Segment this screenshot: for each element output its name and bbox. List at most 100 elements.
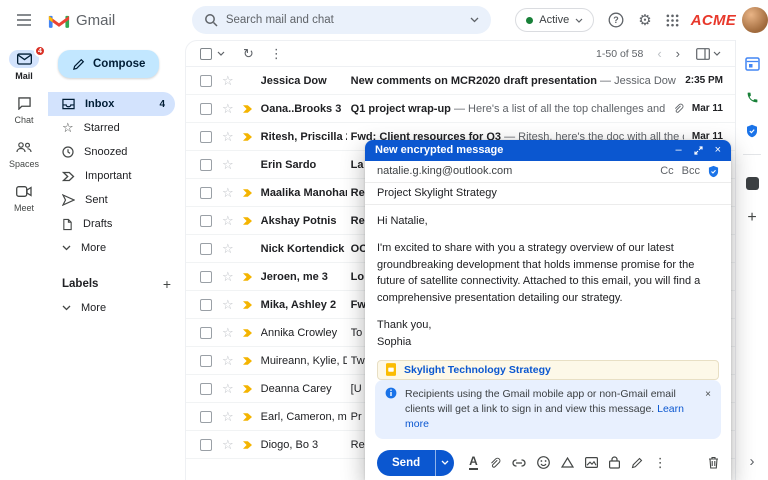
formatting-icon[interactable]: A bbox=[469, 455, 478, 470]
row-checkbox[interactable] bbox=[200, 299, 212, 311]
sidebar-item-snoozed[interactable]: Snoozed bbox=[48, 140, 175, 164]
select-caret-icon[interactable] bbox=[217, 51, 225, 56]
add-label-icon[interactable]: + bbox=[163, 276, 171, 292]
importance-marker-icon[interactable] bbox=[242, 384, 253, 394]
row-checkbox[interactable] bbox=[200, 215, 212, 227]
security-shield-icon[interactable] bbox=[746, 124, 758, 138]
recipient-field[interactable]: natalie.g.king@outlook.com bbox=[377, 165, 512, 177]
search-bar[interactable]: Search mail and chat bbox=[192, 6, 491, 34]
attach-file-icon[interactable] bbox=[489, 457, 501, 469]
importance-marker-icon[interactable] bbox=[242, 216, 253, 226]
row-checkbox[interactable] bbox=[200, 103, 212, 115]
insert-drive-icon[interactable] bbox=[561, 457, 574, 468]
star-icon[interactable]: ☆ bbox=[222, 438, 234, 451]
row-checkbox[interactable] bbox=[200, 243, 212, 255]
star-icon[interactable]: ☆ bbox=[222, 270, 234, 283]
insert-photo-icon[interactable] bbox=[585, 457, 598, 468]
importance-marker-icon[interactable] bbox=[242, 300, 253, 310]
sidebar-item-sent[interactable]: Sent bbox=[48, 188, 175, 212]
row-checkbox[interactable] bbox=[200, 159, 212, 171]
addon-icon[interactable] bbox=[746, 177, 759, 190]
sidebar-item-more[interactable]: More bbox=[48, 236, 175, 260]
more-options-icon[interactable]: ⋮ bbox=[270, 46, 283, 62]
star-icon[interactable]: ☆ bbox=[222, 158, 234, 171]
search-icon[interactable] bbox=[204, 13, 218, 27]
sidebar-item-important[interactable]: Important bbox=[48, 164, 175, 188]
importance-marker-icon[interactable] bbox=[242, 356, 253, 366]
apps-grid-icon[interactable] bbox=[666, 14, 679, 27]
importance-marker-icon[interactable] bbox=[242, 272, 253, 282]
compose-header[interactable]: New encrypted message – × bbox=[365, 140, 731, 161]
subject-field[interactable]: Project Skylight Strategy bbox=[365, 183, 731, 205]
star-icon[interactable]: ☆ bbox=[222, 354, 234, 367]
importance-marker-icon[interactable] bbox=[242, 412, 253, 422]
banner-close-icon[interactable]: × bbox=[705, 387, 711, 403]
row-checkbox[interactable] bbox=[200, 383, 212, 395]
refresh-icon[interactable]: ↻ bbox=[243, 46, 254, 62]
importance-marker-icon[interactable] bbox=[242, 440, 253, 450]
sidebar-item-starred[interactable]: ☆ Starred bbox=[48, 116, 175, 140]
menu-icon[interactable] bbox=[0, 13, 48, 27]
rail-item-meet[interactable]: Meet bbox=[9, 182, 39, 213]
star-icon[interactable]: ☆ bbox=[222, 74, 234, 87]
rail-item-mail[interactable]: 4 Mail bbox=[9, 50, 39, 81]
row-checkbox[interactable] bbox=[200, 327, 212, 339]
calendar-icon[interactable] bbox=[745, 56, 760, 71]
insert-emoji-icon[interactable] bbox=[537, 456, 550, 469]
gmail-logo[interactable]: Gmail bbox=[48, 12, 144, 29]
discard-draft-icon[interactable] bbox=[708, 456, 719, 469]
rail-item-chat[interactable]: Chat bbox=[9, 94, 39, 125]
cc-toggle[interactable]: Cc bbox=[660, 165, 673, 177]
send-options-caret-icon[interactable] bbox=[435, 450, 454, 476]
confidential-mode-icon[interactable] bbox=[609, 456, 620, 469]
popout-icon[interactable] bbox=[694, 146, 703, 155]
message-body[interactable]: Hi Natalie, I'm excited to share with yo… bbox=[365, 205, 731, 355]
split-pane-icon[interactable] bbox=[696, 48, 710, 60]
row-checkbox[interactable] bbox=[200, 187, 212, 199]
row-checkbox[interactable] bbox=[200, 355, 212, 367]
star-icon[interactable]: ☆ bbox=[222, 410, 234, 423]
importance-marker-icon[interactable] bbox=[242, 328, 253, 338]
attachment-chip[interactable]: Skylight Technology Strategy bbox=[377, 360, 719, 379]
settings-gear-icon[interactable]: ⚙ bbox=[638, 11, 651, 29]
sidebar-labels-more[interactable]: More bbox=[48, 296, 175, 320]
star-icon[interactable]: ☆ bbox=[222, 298, 234, 311]
help-icon[interactable]: ? bbox=[608, 12, 624, 28]
row-checkbox[interactable] bbox=[200, 131, 212, 143]
email-row[interactable]: ☆ Jessica Dow New comments on MCR2020 dr… bbox=[186, 67, 735, 95]
sidebar-item-drafts[interactable]: Drafts bbox=[48, 212, 175, 236]
expand-panel-chevron-icon[interactable]: › bbox=[750, 453, 755, 470]
star-icon[interactable]: ☆ bbox=[222, 326, 234, 339]
sidebar-item-inbox[interactable]: Inbox 4 bbox=[48, 92, 175, 116]
star-icon[interactable]: ☆ bbox=[222, 382, 234, 395]
star-icon[interactable]: ☆ bbox=[222, 214, 234, 227]
importance-marker-icon[interactable] bbox=[242, 188, 253, 198]
close-icon[interactable]: × bbox=[715, 145, 721, 156]
importance-marker-icon[interactable] bbox=[242, 132, 253, 142]
more-send-options-icon[interactable]: ⋮ bbox=[654, 455, 667, 471]
avatar[interactable] bbox=[742, 7, 768, 33]
newer-page-chevron-icon[interactable]: ‹ bbox=[657, 46, 661, 61]
split-pane-caret-icon[interactable] bbox=[713, 51, 721, 56]
status-selector[interactable]: Active bbox=[515, 8, 594, 32]
star-icon[interactable]: ☆ bbox=[222, 242, 234, 255]
row-checkbox[interactable] bbox=[200, 75, 212, 87]
importance-marker-icon[interactable] bbox=[242, 104, 253, 114]
row-checkbox[interactable] bbox=[200, 439, 212, 451]
insert-link-icon[interactable] bbox=[512, 459, 526, 467]
bcc-toggle[interactable]: Bcc bbox=[682, 165, 700, 177]
row-checkbox[interactable] bbox=[200, 271, 212, 283]
minimize-icon[interactable]: – bbox=[675, 145, 681, 156]
star-icon[interactable]: ☆ bbox=[222, 186, 234, 199]
send-button[interactable]: Send bbox=[377, 450, 435, 476]
rail-item-spaces[interactable]: Spaces bbox=[9, 138, 39, 169]
search-options-caret-icon[interactable] bbox=[470, 17, 479, 23]
signature-pen-icon[interactable] bbox=[631, 457, 643, 469]
voice-phone-icon[interactable] bbox=[746, 91, 759, 104]
star-icon[interactable]: ☆ bbox=[222, 130, 234, 143]
email-row[interactable]: ☆ Oana..Brooks 3 Q1 project wrap-up — He… bbox=[186, 95, 735, 123]
row-checkbox[interactable] bbox=[200, 411, 212, 423]
compose-button[interactable]: Compose bbox=[58, 50, 159, 78]
star-icon[interactable]: ☆ bbox=[222, 102, 234, 115]
select-all-checkbox[interactable] bbox=[200, 48, 212, 60]
